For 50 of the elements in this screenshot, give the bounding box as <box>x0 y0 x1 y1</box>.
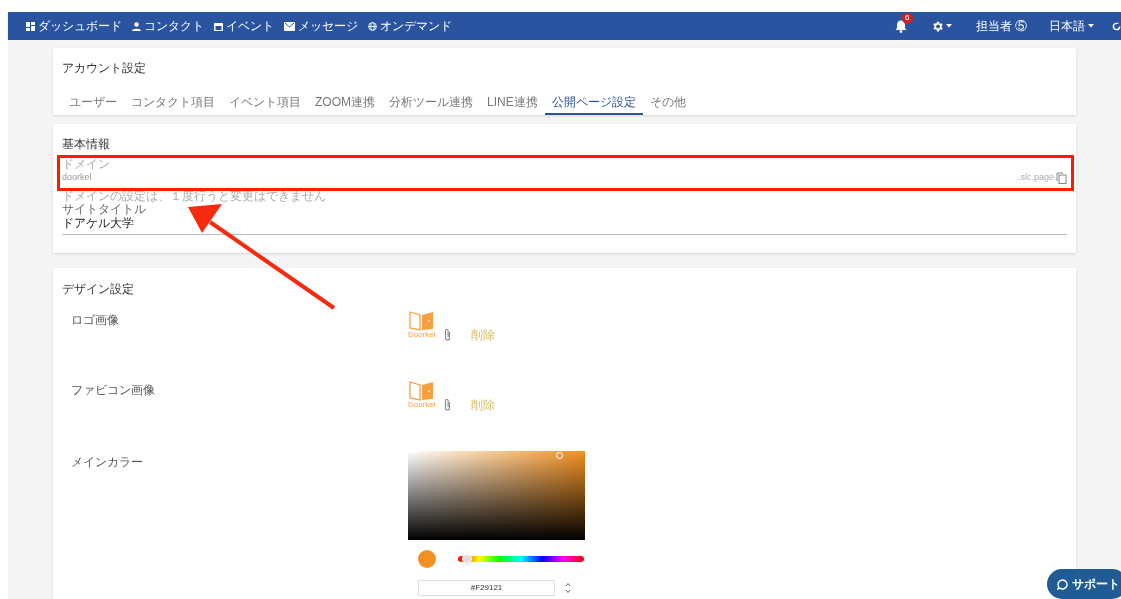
notification-count-badge: 6 <box>901 12 913 24</box>
settings-tab[interactable]: イベント項目 <box>222 90 308 115</box>
user-menu[interactable]: 担当者 ⑤ <box>975 17 1027 35</box>
language-menu[interactable]: 日本語 <box>1049 17 1094 35</box>
copy-icon[interactable] <box>1056 172 1067 184</box>
up-down-arrows-icon[interactable] <box>565 582 571 594</box>
caret-icon <box>1088 24 1094 28</box>
bell-icon <box>894 19 907 33</box>
nav-link[interactable]: オンデマンド <box>368 17 452 35</box>
hue-slider-thumb[interactable] <box>461 554 472 564</box>
settings-tab[interactable]: 分析ツール連携 <box>382 90 480 115</box>
settings-tab[interactable]: ZOOM連携 <box>308 90 382 115</box>
calendar-icon <box>214 21 223 31</box>
paperclip-icon[interactable] <box>443 398 451 411</box>
field-hint: ドメインの設定は、１度行うと変更はできません <box>62 190 327 203</box>
paperclip-icon[interactable] <box>443 328 451 341</box>
field-value: doorkel <box>62 170 93 184</box>
field-label: ロゴ画像 <box>70 312 120 329</box>
field-label: ファビコン画像 <box>70 382 156 399</box>
dashboard-icon <box>26 21 35 31</box>
field-value: ドアケル大学 <box>62 216 135 231</box>
color-picker-area[interactable] <box>408 451 585 540</box>
settings-tab[interactable]: 公開ページ設定 <box>544 90 643 115</box>
settings-tab[interactable]: コンタクト項目 <box>124 90 222 115</box>
settings-tab[interactable]: LINE連携 <box>480 90 545 115</box>
field-label: サイトタイトル <box>62 203 147 216</box>
hue-slider[interactable] <box>458 556 584 562</box>
person-icon <box>132 21 141 31</box>
refresh-icon[interactable] <box>1112 21 1121 31</box>
nav-link[interactable]: ダッシュボード <box>26 17 122 35</box>
card-title: 基本情報 <box>62 136 111 153</box>
logo-drawing: Doorkel <box>408 311 436 339</box>
settings-tab[interactable]: その他 <box>642 90 693 115</box>
chat-bubble-icon <box>1057 578 1068 590</box>
caret-icon <box>945 24 952 28</box>
field-label: ドメイン <box>62 157 111 171</box>
card-title: デザイン設定 <box>62 281 135 298</box>
field-label: メインカラー <box>70 454 144 471</box>
nav-link[interactable]: コンタクト <box>132 17 204 35</box>
hex-color-field[interactable]: #F29121 <box>418 580 555 596</box>
logo-drawing: Doorkel <box>408 381 436 409</box>
domain-suffix: .slc.page <box>1017 170 1054 184</box>
nav-link[interactable]: メッセージ <box>284 17 358 35</box>
globe-icon <box>368 21 377 31</box>
card-title: アカウント設定 <box>62 60 147 77</box>
nav-link[interactable]: イベント <box>214 17 274 35</box>
mail-icon <box>284 21 295 31</box>
settings-tab[interactable]: ユーザー <box>62 90 124 115</box>
support-button[interactable]: サポート <box>1047 569 1121 599</box>
notifications-button[interactable] <box>894 19 907 33</box>
